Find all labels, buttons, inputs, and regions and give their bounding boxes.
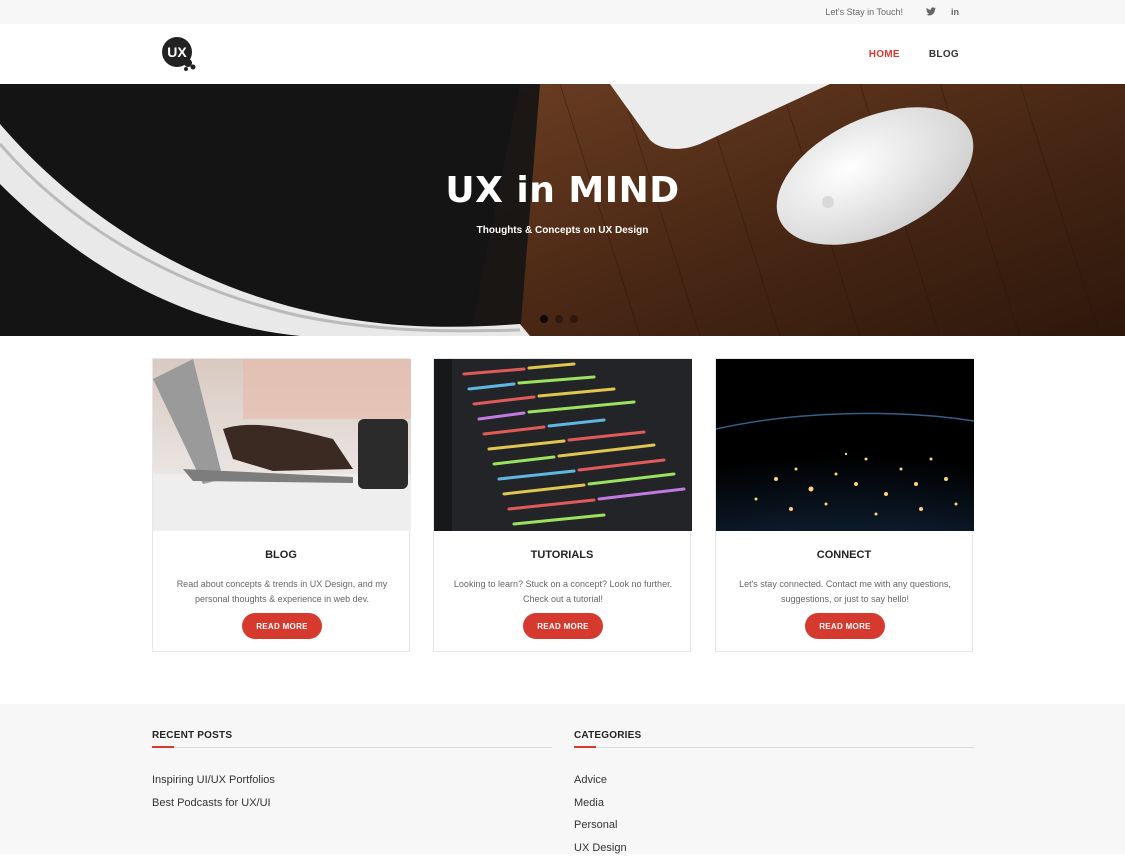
slider-dot-3[interactable] bbox=[570, 315, 578, 323]
hero-subtitle: Thoughts & Concepts on UX Design bbox=[0, 225, 1125, 236]
blog-read-more-button[interactable]: READ MORE bbox=[242, 613, 322, 639]
site-logo[interactable]: UX bbox=[160, 35, 198, 73]
category-link[interactable]: UX Design bbox=[574, 842, 974, 864]
card-connect-text: Let's stay connected. Contact me with an… bbox=[734, 577, 956, 607]
card-blog-image bbox=[153, 359, 411, 531]
category-link[interactable]: Media bbox=[574, 797, 974, 820]
card-blog-title: BLOG bbox=[153, 549, 409, 561]
card-tutorials: TUTORIALS Looking to learn? Stuck on a c… bbox=[433, 358, 691, 652]
nav-blog[interactable]: BLOG bbox=[929, 49, 959, 60]
twitter-icon[interactable] bbox=[919, 7, 943, 18]
category-link[interactable]: Advice bbox=[574, 774, 974, 797]
hero-title: UX in MIND bbox=[0, 170, 1125, 211]
categories-title: CATEGORIES bbox=[574, 730, 974, 748]
top-bar: Let's Stay in Touch! in bbox=[0, 0, 1125, 24]
categories-section: CATEGORIES Advice Media Personal UX Desi… bbox=[574, 730, 974, 864]
card-connect-image bbox=[716, 359, 974, 531]
recent-post-link[interactable]: Inspiring UI/UX Portfolios bbox=[152, 774, 552, 797]
card-connect-title: CONNECT bbox=[716, 549, 972, 561]
recent-posts-list: Inspiring UI/UX Portfolios Best Podcasts… bbox=[152, 774, 552, 819]
category-link[interactable]: Personal bbox=[574, 819, 974, 842]
card-blog: BLOG Read about concepts & trends in UX … bbox=[152, 358, 410, 652]
card-tutorials-title: TUTORIALS bbox=[434, 549, 690, 561]
main-nav: HOME BLOG bbox=[869, 24, 959, 84]
slider-dots bbox=[540, 315, 578, 323]
nav-home[interactable]: HOME bbox=[869, 49, 900, 60]
slider-dot-1[interactable] bbox=[540, 315, 548, 323]
top-bar-contact: Let's Stay in Touch! in bbox=[825, 0, 967, 24]
card-tutorials-text: Looking to learn? Stuck on a concept? Lo… bbox=[452, 577, 674, 607]
linkedin-icon[interactable]: in bbox=[943, 7, 967, 17]
hero-slider: UX in MIND Thoughts & Concepts on UX Des… bbox=[0, 84, 1125, 336]
connect-read-more-button[interactable]: READ MORE bbox=[805, 613, 885, 639]
recent-posts-title: RECENT POSTS bbox=[152, 730, 552, 748]
recent-post-link[interactable]: Best Podcasts for UX/UI bbox=[152, 797, 552, 820]
recent-posts-section: RECENT POSTS Inspiring UI/UX Portfolios … bbox=[152, 730, 552, 819]
svg-text:UX: UX bbox=[167, 44, 187, 60]
card-blog-text: Read about concepts & trends in UX Desig… bbox=[171, 577, 393, 607]
tutorials-read-more-button[interactable]: READ MORE bbox=[523, 613, 603, 639]
stay-in-touch-text: Let's Stay in Touch! bbox=[825, 7, 903, 17]
site-header: UX HOME BLOG bbox=[0, 24, 1125, 84]
card-connect: CONNECT Let's stay connected. Contact me… bbox=[715, 358, 973, 652]
slider-dot-2[interactable] bbox=[555, 315, 563, 323]
card-tutorials-image bbox=[434, 359, 692, 531]
categories-list: Advice Media Personal UX Design bbox=[574, 774, 974, 864]
footer: RECENT POSTS Inspiring UI/UX Portfolios … bbox=[0, 704, 1125, 854]
